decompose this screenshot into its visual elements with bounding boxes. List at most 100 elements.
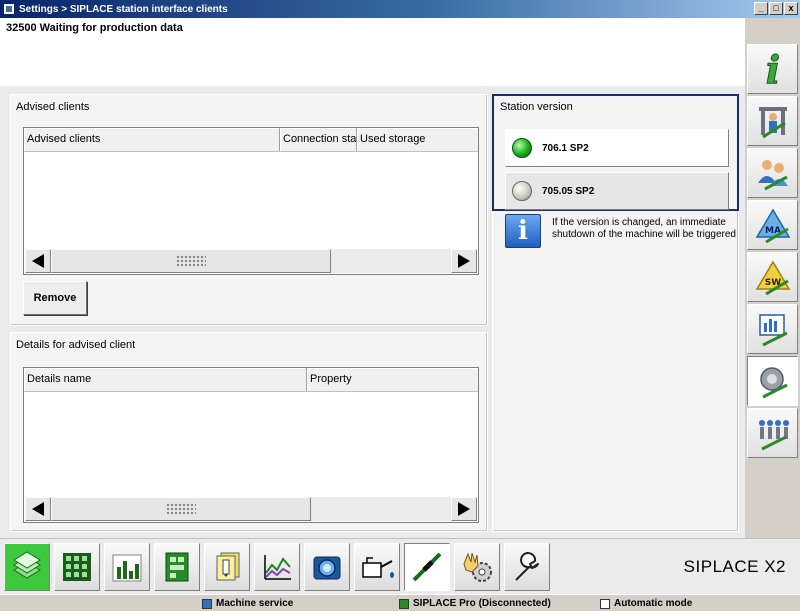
grip-icon (166, 503, 196, 515)
status-message-area: 32500 Waiting for production data (0, 18, 745, 86)
wrench-icon (515, 552, 539, 581)
service-tool-icon (412, 552, 442, 582)
version-change-warning: If the version is changed, an immediate … (552, 217, 736, 240)
grid-button[interactable] (54, 543, 100, 591)
station-interface-icon (759, 367, 788, 399)
scroll-thumb[interactable] (51, 497, 311, 521)
status-message: 32500 Waiting for production data (6, 22, 183, 34)
sidebar-ma-button[interactable]: MA (747, 200, 798, 250)
scroll-right-button[interactable] (451, 249, 477, 273)
wrench-button[interactable] (504, 543, 550, 591)
column-used-storage[interactable]: Used storage (357, 128, 478, 151)
board-icon (165, 552, 189, 582)
minimize-button[interactable]: _ (754, 2, 768, 15)
status-led-green-icon (512, 138, 532, 158)
grip-icon (176, 255, 206, 267)
connection-icon (399, 598, 409, 609)
arrow-left-icon (32, 254, 44, 268)
column-advised-clients[interactable]: Advised clients (24, 128, 280, 151)
scroll-track[interactable] (51, 497, 451, 521)
remove-button[interactable]: Remove (23, 281, 87, 315)
machine-operator-icon (758, 107, 787, 139)
status-connection-label: SIPLACE Pro (Disconnected) (413, 598, 551, 609)
arrow-right-icon (458, 502, 470, 516)
scroll-track[interactable] (51, 249, 451, 273)
production-icon (13, 551, 41, 579)
advised-clients-header: Advised clients Connection state Used st… (24, 128, 478, 152)
arrow-left-icon (32, 502, 44, 516)
version-option-706-1[interactable]: 706.1 SP2 (505, 129, 729, 167)
app-icon (3, 3, 15, 15)
version-label: 705.05 SP2 (542, 185, 595, 197)
service-tool-button[interactable] (404, 543, 450, 591)
column-connection-state[interactable]: Connection state (280, 128, 357, 151)
status-mode-label: Machine service (216, 598, 294, 609)
sidebar-statistics-button[interactable] (747, 304, 798, 354)
info-icon: i (765, 50, 780, 88)
camera-button[interactable] (304, 543, 350, 591)
board-button[interactable] (154, 543, 200, 591)
sw-setup-icon: SW (755, 260, 790, 295)
grid-icon (63, 553, 91, 581)
advised-clients-title: Advised clients (16, 101, 90, 113)
svg-text:i: i (765, 50, 779, 88)
scroll-thumb[interactable] (51, 249, 331, 273)
production-button[interactable] (4, 543, 50, 591)
hand-gear-icon (463, 552, 492, 582)
details-group: Details for advised client Details name … (10, 332, 488, 532)
documents-icon (216, 552, 240, 581)
documents-button[interactable] (204, 543, 250, 591)
station-version-group: Station version 706.1 SP2 705.05 SP2 (492, 94, 739, 211)
advised-clients-list[interactable]: Advised clients Connection state Used st… (23, 127, 479, 275)
bar-chart-icon (112, 554, 142, 582)
arrow-right-icon (458, 254, 470, 268)
status-led-gray-icon (512, 181, 532, 201)
ma-setup-icon: MA (755, 208, 790, 243)
status-operation: Automatic mode (600, 596, 692, 611)
restore-button[interactable]: □ (769, 2, 783, 15)
title-bar: Settings > SIPLACE station interface cli… (0, 0, 800, 18)
details-list[interactable]: Details name Property (23, 367, 479, 523)
brand-label: SIPLACE X2 (683, 557, 786, 576)
sidebar-line-settings-button[interactable] (747, 408, 798, 458)
advised-clients-hscrollbar[interactable] (25, 249, 477, 273)
sidebar-users-button[interactable] (747, 148, 798, 198)
window-controls: _ □ x (754, 2, 798, 15)
hand-gear-button[interactable] (454, 543, 500, 591)
version-option-705-05[interactable]: 705.05 SP2 (505, 172, 729, 210)
window-title: Settings > SIPLACE station interface cli… (19, 3, 228, 15)
details-title: Details for advised client (16, 339, 136, 351)
column-details-name[interactable]: Details name (24, 368, 307, 391)
main-content: Advised clients Advised clients Connecti… (0, 86, 745, 538)
status-operation-label: Automatic mode (614, 598, 693, 609)
details-header: Details name Property (24, 368, 478, 392)
status-bar: Machine service SIPLACE Pro (Disconnecte… (0, 594, 800, 611)
sidebar-station-interface-button[interactable] (747, 356, 798, 406)
users-icon (757, 160, 788, 191)
sidebar-operator-button[interactable] (747, 96, 798, 146)
sidebar-sw-button[interactable]: SW (747, 252, 798, 302)
line-chart-icon (264, 555, 291, 580)
sidebar-info-button[interactable]: i (747, 44, 798, 94)
scroll-left-button[interactable] (25, 249, 51, 273)
oil-can-button[interactable] (354, 543, 400, 591)
camera-icon (313, 556, 341, 580)
bar-chart-button[interactable] (104, 543, 150, 591)
machine-service-icon (202, 598, 212, 609)
line-chart-button[interactable] (254, 543, 300, 591)
statistics-icon (758, 314, 788, 347)
close-button[interactable]: x (784, 2, 798, 15)
line-settings-icon (758, 420, 789, 451)
automatic-mode-icon (600, 598, 610, 609)
station-version-title: Station version (500, 101, 573, 113)
info-icon: i (505, 214, 541, 248)
scroll-left-button[interactable] (25, 497, 51, 521)
status-mode: Machine service (202, 596, 293, 611)
scroll-right-button[interactable] (451, 497, 477, 521)
details-hscrollbar[interactable] (25, 497, 477, 521)
advised-clients-group: Advised clients Advised clients Connecti… (10, 94, 488, 326)
oil-can-icon (362, 557, 394, 578)
right-toolbar: i MA SW (745, 18, 800, 538)
column-property[interactable]: Property (307, 368, 478, 391)
version-label: 706.1 SP2 (542, 142, 589, 154)
